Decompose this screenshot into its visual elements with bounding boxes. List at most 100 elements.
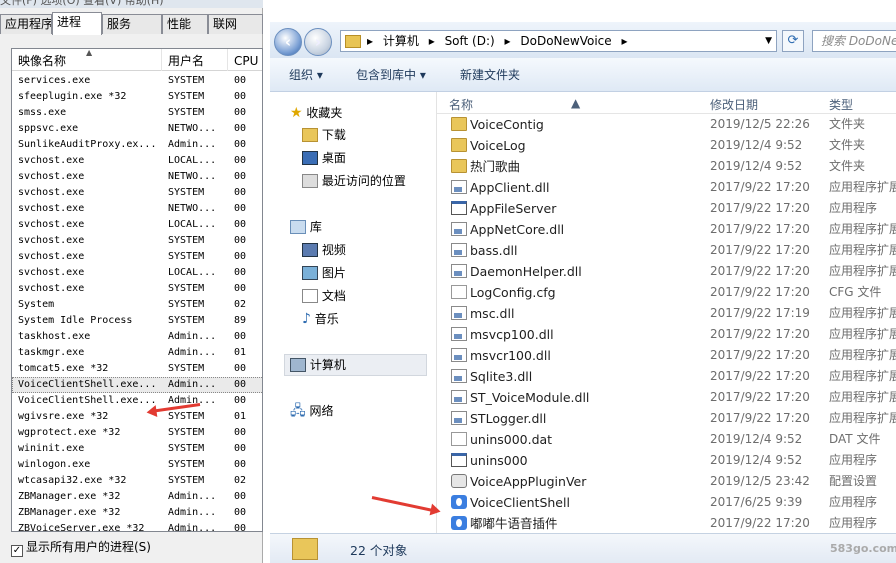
tree-music-label: 音乐 <box>314 312 339 326</box>
tree-libraries[interactable]: 库 <box>290 216 322 238</box>
process-row[interactable]: svchost.exe NETWO... 00 <box>12 201 262 217</box>
tree-downloads[interactable]: 下载 <box>302 124 346 146</box>
tree-music[interactable]: ♪ 音乐 <box>302 308 339 330</box>
process-row[interactable]: sppsvc.exe NETWO... 00 <box>12 121 262 137</box>
process-username: NETWO... <box>168 123 217 134</box>
file-row[interactable]: AppClient.dll 2017/9/22 17:20 应用程序扩展 <box>437 177 896 198</box>
organize-button[interactable]: 组织 ▾ <box>289 58 323 92</box>
process-row[interactable]: winlogon.exe SYSTEM 00 <box>12 457 262 473</box>
file-row[interactable]: VoiceAppPluginVer 2019/12/5 23:42 配置设置 <box>437 471 896 492</box>
process-row[interactable]: VoiceClientShell.exe... Admin... 00 <box>12 393 262 409</box>
column-image-name[interactable]: 映像名称 <box>12 49 162 71</box>
process-image-name: VoiceClientShell.exe... <box>18 379 157 390</box>
column-date-modified[interactable]: 修改日期 <box>710 96 758 113</box>
file-row[interactable]: unins000.dat 2019/12/4 9:52 DAT 文件 <box>437 429 896 450</box>
process-row[interactable]: svchost.exe LOCAL... 00 <box>12 217 262 233</box>
process-cpu: 00 <box>234 139 247 150</box>
address-dropdown-icon[interactable]: ▼ <box>765 31 772 51</box>
process-row[interactable]: ZBManager.exe *32 Admin... 00 <box>12 489 262 505</box>
file-row[interactable]: VoiceContig 2019/12/5 22:26 文件夹 <box>437 114 896 135</box>
process-row[interactable]: svchost.exe SYSTEM 00 <box>12 185 262 201</box>
process-row[interactable]: sfeeplugin.exe *32 SYSTEM 00 <box>12 89 262 105</box>
process-row[interactable]: wgprotect.exe *32 SYSTEM 00 <box>12 425 262 441</box>
tab-processes[interactable]: 进程 <box>52 12 102 35</box>
file-row[interactable]: ST_VoiceModule.dll 2017/9/22 17:20 应用程序扩展 <box>437 387 896 408</box>
process-row[interactable]: svchost.exe SYSTEM 00 <box>12 249 262 265</box>
process-row[interactable]: wgivsre.exe *32 SYSTEM 01 <box>12 409 262 425</box>
file-row[interactable]: VoiceClientShell 2017/6/25 9:39 应用程序 <box>437 492 896 513</box>
process-list[interactable]: ▲ 映像名称 用户名 CPU services.exe SYSTEM 00 sfeep… <box>11 48 263 532</box>
process-row[interactable]: taskhost.exe Admin... 00 <box>12 329 262 345</box>
process-row[interactable]: taskmgr.exe Admin... 01 <box>12 345 262 361</box>
process-row[interactable]: svchost.exe NETWO... 00 <box>12 169 262 185</box>
process-row[interactable]: wtcasapi32.exe *32 SYSTEM 02 <box>12 473 262 489</box>
tree-videos[interactable]: 视频 <box>302 239 346 261</box>
back-button[interactable]: ‹ <box>274 28 302 56</box>
tab-applications[interactable]: 应用程序 <box>0 14 52 34</box>
process-row[interactable]: svchost.exe SYSTEM 00 <box>12 281 262 297</box>
file-row[interactable]: msvcp100.dll 2017/9/22 17:20 应用程序扩展 <box>437 324 896 345</box>
breadcrumb-computer[interactable]: 计算机 <box>383 34 419 48</box>
column-type[interactable]: 类型 <box>829 96 853 113</box>
process-row[interactable]: svchost.exe SYSTEM 00 <box>12 233 262 249</box>
process-username: Admin... <box>168 523 217 532</box>
file-type: 应用程序扩展 <box>829 264 896 278</box>
process-row[interactable]: System SYSTEM 02 <box>12 297 262 313</box>
process-cpu: 02 <box>234 475 247 486</box>
file-row[interactable]: 热门歌曲 2019/12/4 9:52 文件夹 <box>437 156 896 177</box>
process-row[interactable]: svchost.exe LOCAL... 00 <box>12 265 262 281</box>
libraries-icon <box>290 220 306 234</box>
file-type: 应用程序扩展 <box>829 348 896 362</box>
refresh-icon[interactable]: ⟳ <box>782 30 804 52</box>
process-row[interactable]: ZBManager.exe *32 Admin... 00 <box>12 505 262 521</box>
process-row[interactable]: tomcat5.exe *32 SYSTEM 00 <box>12 361 262 377</box>
process-row[interactable]: svchost.exe LOCAL... 00 <box>12 153 262 169</box>
new-folder-button[interactable]: 新建文件夹 <box>460 58 520 92</box>
tree-recent-places[interactable]: 最近访问的位置 <box>302 170 406 192</box>
process-row[interactable]: VoiceClientShell.exe... Admin... 00 <box>12 377 262 393</box>
file-row[interactable]: bass.dll 2017/9/22 17:20 应用程序扩展 <box>437 240 896 261</box>
process-row[interactable]: wininit.exe SYSTEM 00 <box>12 441 262 457</box>
file-name: AppNetCore.dll <box>470 222 565 237</box>
show-all-users-checkbox[interactable]: ✓ <box>11 545 23 557</box>
address-bar[interactable]: ▸ 计算机 ▸ Soft (D:) ▸ DoDoNewVoice ▸ ▼ <box>340 30 777 52</box>
file-row[interactable]: VoiceLog 2019/12/4 9:52 文件夹 <box>437 135 896 156</box>
file-row[interactable]: unins000 2019/12/4 9:52 应用程序 <box>437 450 896 471</box>
process-row[interactable]: SunlikeAuditProxy.ex... Admin... 00 <box>12 137 262 153</box>
tree-pictures[interactable]: 图片 <box>302 262 346 284</box>
search-input[interactable]: 搜索 DoDoNewVoice <box>812 30 896 52</box>
process-row[interactable]: smss.exe SYSTEM 00 <box>12 105 262 121</box>
tab-performance[interactable]: 性能 <box>162 14 208 34</box>
folder-icon <box>451 117 467 131</box>
file-row[interactable]: 嘟嘟牛语音插件 2017/9/22 17:20 应用程序 <box>437 513 896 534</box>
show-all-users-option[interactable]: ✓ 显示所有用户的进程(S) <box>11 540 151 557</box>
column-username[interactable]: 用户名 <box>162 49 228 71</box>
column-name[interactable]: 名称 <box>449 96 473 113</box>
process-row[interactable]: ZBVoiceServer.exe *32 Admin... 00 <box>12 521 262 532</box>
tree-computer[interactable]: 计算机 <box>290 354 346 376</box>
file-row[interactable]: msvcr100.dll 2017/9/22 17:20 应用程序扩展 <box>437 345 896 366</box>
tree-documents[interactable]: 文档 <box>302 285 346 307</box>
file-row[interactable]: STLogger.dll 2017/9/22 17:20 应用程序扩展 <box>437 408 896 429</box>
forward-button[interactable]: › <box>304 28 332 56</box>
breadcrumb-drive[interactable]: Soft (D:) <box>445 34 495 48</box>
file-row[interactable]: LogConfig.cfg 2017/9/22 17:20 CFG 文件 <box>437 282 896 303</box>
tree-favorites[interactable]: ★ 收藏夹 <box>290 102 342 124</box>
tab-services[interactable]: 服务 <box>102 14 162 34</box>
file-date-modified: 2017/9/22 17:20 <box>710 264 810 278</box>
process-row[interactable]: services.exe SYSTEM 00 <box>12 73 262 89</box>
process-image-name: SunlikeAuditProxy.ex... <box>18 139 157 150</box>
file-row[interactable]: DaemonHelper.dll 2017/9/22 17:20 应用程序扩展 <box>437 261 896 282</box>
process-row[interactable]: System Idle Process SYSTEM 89 <box>12 313 262 329</box>
tab-networking[interactable]: 联网 <box>208 14 263 34</box>
file-row[interactable]: AppNetCore.dll 2017/9/22 17:20 应用程序扩展 <box>437 219 896 240</box>
tree-network[interactable]: 🖧 网络 <box>290 400 333 422</box>
include-in-library-button[interactable]: 包含到库中 ▾ <box>356 58 426 92</box>
file-list[interactable]: ▲ 名称 修改日期 类型 VoiceContig 2019/12/5 22:26 文… <box>436 92 896 533</box>
column-cpu[interactable]: CPU <box>228 49 262 71</box>
file-row[interactable]: msc.dll 2017/9/22 17:19 应用程序扩展 <box>437 303 896 324</box>
file-row[interactable]: AppFileServer 2017/9/22 17:20 应用程序 <box>437 198 896 219</box>
breadcrumb-folder[interactable]: DoDoNewVoice <box>520 34 611 48</box>
tree-desktop[interactable]: 桌面 <box>302 147 346 169</box>
file-row[interactable]: Sqlite3.dll 2017/9/22 17:20 应用程序扩展 <box>437 366 896 387</box>
